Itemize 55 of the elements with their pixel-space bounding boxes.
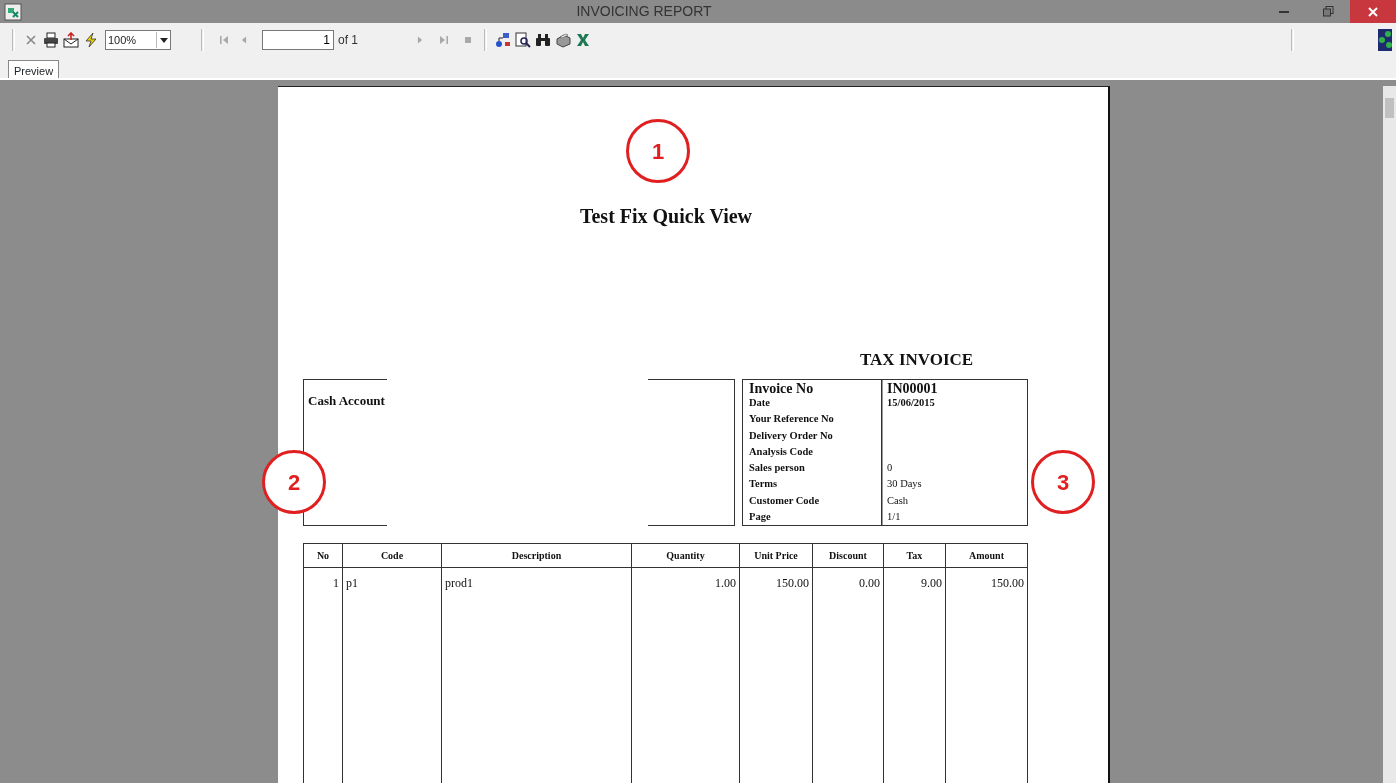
callout-marker: 1 (626, 119, 690, 183)
column-header: No (303, 543, 343, 568)
report-title: Test Fix Quick View (578, 204, 754, 229)
column-header: Unit Price (739, 543, 813, 568)
field-value: 0 (887, 462, 893, 474)
close-icon[interactable] (25, 34, 37, 46)
field-value: 1/1 (887, 511, 901, 523)
column-header: Code (342, 543, 442, 568)
magnifier-icon[interactable] (515, 32, 531, 48)
field-label: Date (748, 396, 771, 410)
callout-marker: 2 (262, 450, 326, 514)
column-header: Amount (945, 543, 1028, 568)
table-cell: prod1 (445, 576, 473, 590)
binoculars-icon[interactable] (535, 33, 551, 47)
field-value: 15/06/2015 (887, 397, 935, 408)
field-label: Analysis Code (748, 444, 814, 459)
close-button[interactable] (1350, 0, 1396, 23)
lightning-icon[interactable] (84, 32, 98, 48)
field-label: Terms (748, 477, 779, 492)
app-icon (4, 2, 22, 21)
field-value: IN00001 (887, 381, 938, 396)
field-label: Sales person (748, 461, 806, 476)
document-type: TAX INVOICE (860, 349, 974, 371)
zoom-dropdown[interactable]: 100% (105, 30, 171, 50)
table-cell: p1 (346, 576, 358, 590)
field-label: Delivery Order No (748, 428, 834, 443)
field-value: Cash (887, 494, 908, 506)
globe-icon[interactable] (1378, 29, 1392, 51)
tree-icon[interactable] (495, 32, 511, 48)
restore-icon[interactable] (1322, 6, 1334, 17)
report-tab[interactable]: Preview (8, 60, 60, 78)
spreadsheet-icon[interactable] (575, 32, 591, 48)
field-label: Your Reference No (748, 412, 835, 427)
table-cell: 1 (333, 576, 339, 590)
close-icon (1368, 6, 1378, 17)
column-header: Discount (812, 543, 884, 568)
vertical-scrollbar[interactable] (1383, 86, 1396, 783)
column-header: Description (441, 543, 632, 568)
table-cell: 150.00 (776, 576, 809, 590)
column-header: Tax (883, 543, 946, 568)
field-label: Page (748, 510, 772, 525)
caret-icon (159, 37, 168, 43)
table-cell: 0.00 (859, 576, 880, 590)
window-title: INVOICING REPORT (575, 2, 713, 21)
column-header: Quantity (631, 543, 740, 568)
page-total-text: of 1 (338, 32, 358, 49)
field-label: Invoice No (748, 380, 815, 395)
envelope-icon[interactable] (63, 32, 79, 48)
table-cell: 150.00 (991, 576, 1024, 590)
field-value: 30 Days (887, 478, 922, 490)
field-label: Customer Code (748, 493, 821, 508)
page-number-field[interactable]: 1 (262, 30, 334, 50)
table-cell: 1.00 (715, 576, 736, 590)
table-cell: 9.00 (921, 576, 942, 590)
customer-name: Cash Account (308, 393, 385, 408)
